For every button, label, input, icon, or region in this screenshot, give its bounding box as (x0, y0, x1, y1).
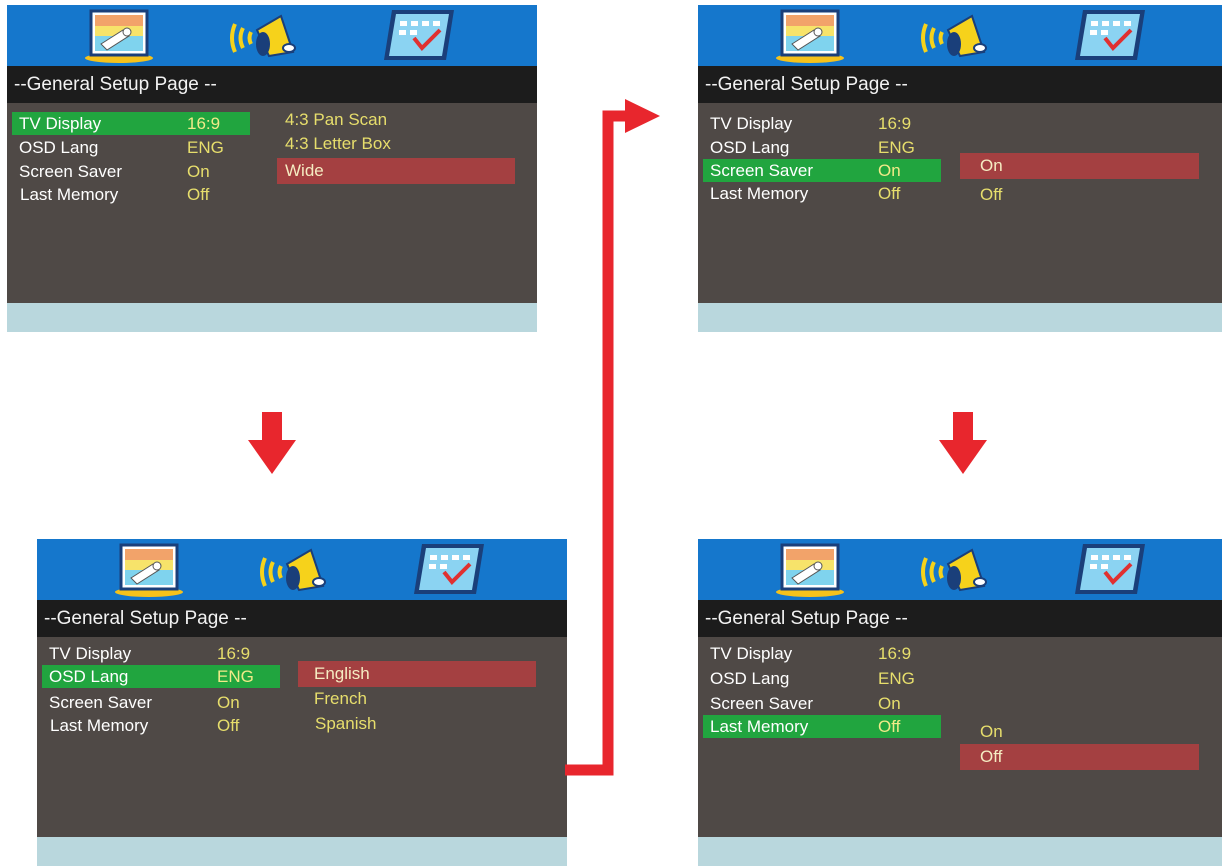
menu-row-label: OSD Lang (710, 669, 790, 688)
menu-row-value: ENG (878, 138, 915, 157)
menu-row-value: Off (217, 716, 240, 735)
general-setup-icon[interactable] (83, 8, 157, 64)
general-setup-icon[interactable] (774, 8, 848, 64)
menu-row-value: 16:9 (878, 644, 912, 663)
menu-row-label: TV Display (19, 114, 102, 133)
menu-row-label: Screen Saver (710, 161, 813, 180)
option-off[interactable]: Off (960, 744, 1199, 770)
setup-screen-last-memory: --General Setup Page -- TV Display 16:9 … (698, 539, 1222, 866)
menu-row-value: On (878, 161, 901, 180)
audio-setup-icon[interactable] (920, 8, 994, 64)
option-french[interactable]: French (298, 686, 536, 712)
preference-setup-icon[interactable] (412, 542, 486, 598)
footer-bar (698, 837, 1222, 866)
menu-row-label: TV Display (710, 644, 793, 663)
menu-row-label: OSD Lang (49, 667, 129, 686)
option-4-3-pan-scan[interactable]: 4:3 Pan Scan (277, 107, 515, 133)
menu-row-value: Off (878, 717, 901, 736)
setup-icon-bar (698, 5, 1222, 66)
audio-setup-icon[interactable] (259, 542, 333, 598)
setup-icon-bar (37, 539, 567, 600)
menu-row-label: Last Memory (710, 717, 809, 736)
setup-icon-bar (698, 539, 1222, 600)
menu-row-value: Off (187, 185, 210, 204)
menu-row-value: 16:9 (187, 114, 221, 133)
page-title: --General Setup Page -- (7, 66, 537, 103)
audio-setup-icon[interactable] (920, 542, 994, 598)
page-title: --General Setup Page -- (698, 600, 1222, 637)
footer-bar (698, 303, 1222, 332)
menu-row-label: Last Memory (20, 185, 119, 204)
option-on[interactable]: On (960, 153, 1199, 179)
option-english[interactable]: English (298, 661, 536, 687)
menu-row-label: Screen Saver (19, 162, 122, 181)
menu-row-label: TV Display (49, 644, 132, 663)
menu-row-value: Off (878, 184, 901, 203)
down-arrow-icon (248, 412, 296, 474)
menu-body: TV Display 16:9 OSD Lang ENG Screen Save… (698, 637, 1222, 837)
page-title: --General Setup Page -- (698, 66, 1222, 103)
menu-row-label: Last Memory (50, 716, 149, 735)
menu-row-label: Screen Saver (49, 693, 152, 712)
preference-setup-icon[interactable] (1073, 8, 1147, 64)
option-spanish[interactable]: Spanish (298, 711, 536, 737)
page-title: --General Setup Page -- (37, 600, 567, 637)
option-wide[interactable]: Wide (277, 158, 515, 184)
setup-screen-osd-lang: --General Setup Page -- TV Display 16:9 … (37, 539, 567, 866)
preference-setup-icon[interactable] (382, 8, 456, 64)
menu-row-value: On (878, 694, 901, 713)
option-4-3-letter-box[interactable]: 4:3 Letter Box (277, 131, 515, 157)
menu-row-value: ENG (878, 669, 915, 688)
option-on[interactable]: On (960, 719, 1199, 745)
general-setup-icon[interactable] (113, 542, 187, 598)
menu-row-value: ENG (217, 667, 254, 686)
menu-body: TV Display 16:9 OSD Lang ENG Screen Save… (698, 103, 1222, 303)
menu-row-value: ENG (187, 138, 224, 157)
audio-setup-icon[interactable] (229, 8, 303, 64)
menu-row-value: On (187, 162, 210, 181)
setup-screen-screen-saver: --General Setup Page -- TV Display 16:9 … (698, 5, 1222, 332)
menu-body: TV Display 16:9 OSD Lang ENG Screen Save… (37, 637, 567, 837)
down-arrow-icon (939, 412, 987, 474)
footer-bar (37, 837, 567, 866)
connector-arrow-icon (565, 99, 660, 776)
option-off[interactable]: Off (960, 182, 1199, 208)
setup-screen-tv-display: --General Setup Page -- TV Display 16:9 … (7, 5, 537, 332)
menu-row-value: 16:9 (217, 644, 251, 663)
menu-body: TV Display 16:9 OSD Lang ENG Screen Save… (7, 103, 537, 303)
menu-row-label: OSD Lang (19, 138, 99, 157)
menu-row-label: OSD Lang (710, 138, 790, 157)
menu-row-label: Screen Saver (710, 694, 813, 713)
general-setup-icon[interactable] (774, 542, 848, 598)
preference-setup-icon[interactable] (1073, 542, 1147, 598)
setup-icon-bar (7, 5, 537, 66)
menu-row-label: TV Display (710, 114, 793, 133)
menu-row-label: Last Memory (710, 184, 809, 203)
menu-row-value: On (217, 693, 240, 712)
menu-row-value: 16:9 (878, 114, 912, 133)
footer-bar (7, 303, 537, 332)
